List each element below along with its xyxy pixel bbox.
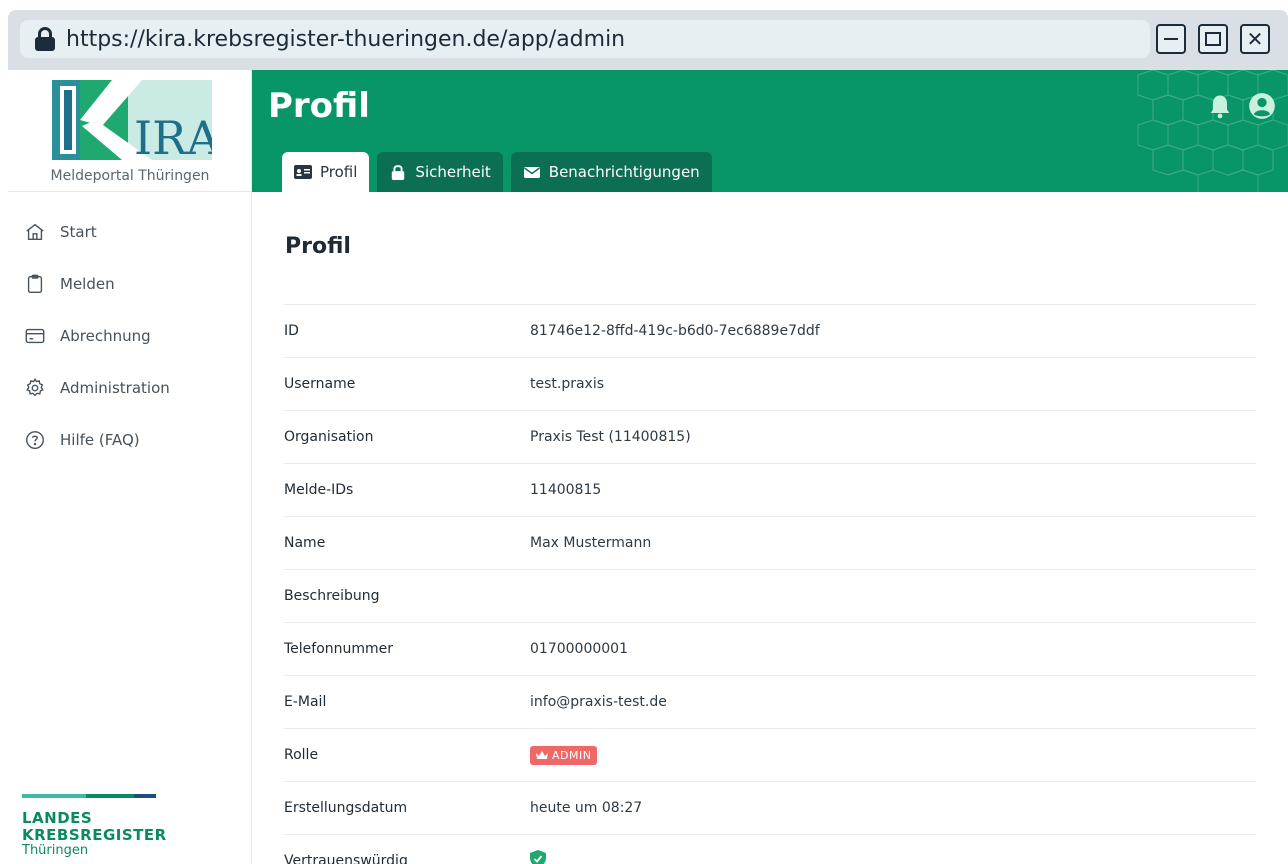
field-label: Beschreibung [284,588,380,604]
logo-line-2: KREBSREGISTER [22,826,167,844]
field-label: Name [284,535,326,551]
badge-label: ADMIN [552,748,592,762]
field-label: Melde-IDs [284,482,354,498]
field-value: Max Mustermann [530,535,652,551]
minimize-button[interactable] [1156,24,1186,54]
tab-label: Benachrichtigungen [548,163,700,181]
sidebar-item-label: Administration [60,379,170,397]
table-row: ID 81746e12-8ffd-419c-b6d0-7ec6889e7ddf [284,304,1256,357]
browser-window: https://kira.krebsregister-thueringen.de… [8,10,1288,864]
page-header: Profil Profil Sicherheit Benachrichtigun… [252,70,1288,192]
lock-icon [34,26,56,52]
field-label: ID [284,323,299,339]
table-row: Name Max Mustermann [284,516,1256,569]
table-row: Rolle ADMIN [284,728,1256,781]
field-label: Telefonnummer [284,641,394,657]
table-row: Telefonnummer 01700000001 [284,622,1256,675]
admin-role-badge: ADMIN [530,745,598,765]
table-row: E-Mail info@praxis-test.de [284,675,1256,728]
home-icon [26,223,44,241]
maximize-button[interactable] [1198,24,1228,54]
shield-check-icon [530,850,546,864]
tab-sicherheit[interactable]: Sicherheit [377,152,503,192]
sidebar-item-start[interactable]: Start [8,206,251,258]
table-row: Organisation Praxis Test (11400815) [284,410,1256,463]
sidebar-item-label: Hilfe (FAQ) [60,431,140,449]
field-label: E-Mail [284,694,327,710]
tab-bar: Profil Sicherheit Benachrichtigungen [282,152,720,192]
field-label: Vertrauenswürdig [284,853,408,864]
id-card-icon [294,165,312,179]
sidebar-item-abrechnung[interactable]: Abrechnung [8,310,251,362]
svg-text:IRA: IRA [134,111,212,160]
portal-name: Meldeportal Thüringen [50,168,210,184]
app: IRA Meldeportal Thüringen Start Melden A… [8,70,1288,864]
profile-table: ID 81746e12-8ffd-419c-b6d0-7ec6889e7ddf … [284,304,1256,864]
table-row: Erstellungsdatum heute um 08:27 [284,781,1256,834]
logo-line-3: Thüringen [22,843,89,858]
table-row: Username test.praxis [284,357,1256,410]
table-row: Vertrauenswürdig [284,834,1256,864]
field-label: Rolle [284,747,319,763]
field-value: 81746e12-8ffd-419c-b6d0-7ec6889e7ddf [530,323,820,339]
sidebar-item-hilfe[interactable]: Hilfe (FAQ) [8,414,251,466]
profile-card: Profil ID 81746e12-8ffd-419c-b6d0-7ec688… [252,192,1288,864]
field-value: 11400815 [530,482,602,498]
maximize-icon [1205,32,1221,46]
landeskrebsregister-logo: LANDES KREBSREGISTER Thüringen [22,794,167,858]
field-value: heute um 08:27 [530,800,643,816]
crown-icon [536,750,548,759]
url-text[interactable]: https://kira.krebsregister-thueringen.de… [66,27,625,52]
tab-profil[interactable]: Profil [282,152,370,192]
sidebar-item-label: Start [60,223,97,241]
kira-logo[interactable]: IRA [52,80,212,160]
sidebar-item-melden[interactable]: Melden [8,258,251,310]
field-label: Username [284,376,356,392]
table-row: Melde-IDs 11400815 [284,463,1256,516]
field-value: 01700000001 [530,641,628,657]
tab-benachrichtigungen[interactable]: Benachrichtigungen [510,152,712,192]
field-value: Praxis Test (11400815) [530,429,691,445]
close-button[interactable]: ✕ [1240,24,1270,54]
field-value: info@praxis-test.de [530,694,667,710]
sidebar-item-administration[interactable]: Administration [8,362,251,414]
field-value: ADMIN [530,745,598,765]
help-circle-icon [26,431,44,449]
credit-card-icon [25,328,45,344]
gear-icon [26,378,44,397]
sidebar-item-label: Abrechnung [60,327,151,345]
hexagon-pattern [1137,70,1288,192]
sidebar-nav: Start Melden Abrechnung Administration H… [8,192,251,466]
sidebar-item-label: Melden [60,275,115,293]
table-row: Beschreibung [284,569,1256,622]
page-title: Profil [268,86,370,126]
logo-line-1: LANDES [22,809,93,827]
field-label: Erstellungsdatum [284,800,408,816]
user-circle-icon[interactable] [1248,92,1276,120]
close-icon: ✕ [1246,27,1264,51]
minimize-icon [1164,38,1178,40]
logo-color-bar [22,794,156,798]
tab-label: Sicherheit [415,163,491,181]
field-label: Organisation [284,429,374,445]
card-title: Profil [285,234,351,259]
field-value: test.praxis [530,376,605,392]
bell-icon[interactable] [1206,92,1234,120]
envelope-icon [523,167,540,178]
lock-icon [392,165,405,180]
clipboard-icon [27,274,43,293]
sidebar: IRA Meldeportal Thüringen Start Melden A… [8,70,252,864]
tab-label: Profil [320,163,358,181]
field-value [530,850,546,864]
logo-area: IRA Meldeportal Thüringen [8,70,251,192]
address-bar[interactable]: https://kira.krebsregister-thueringen.de… [20,20,1150,58]
